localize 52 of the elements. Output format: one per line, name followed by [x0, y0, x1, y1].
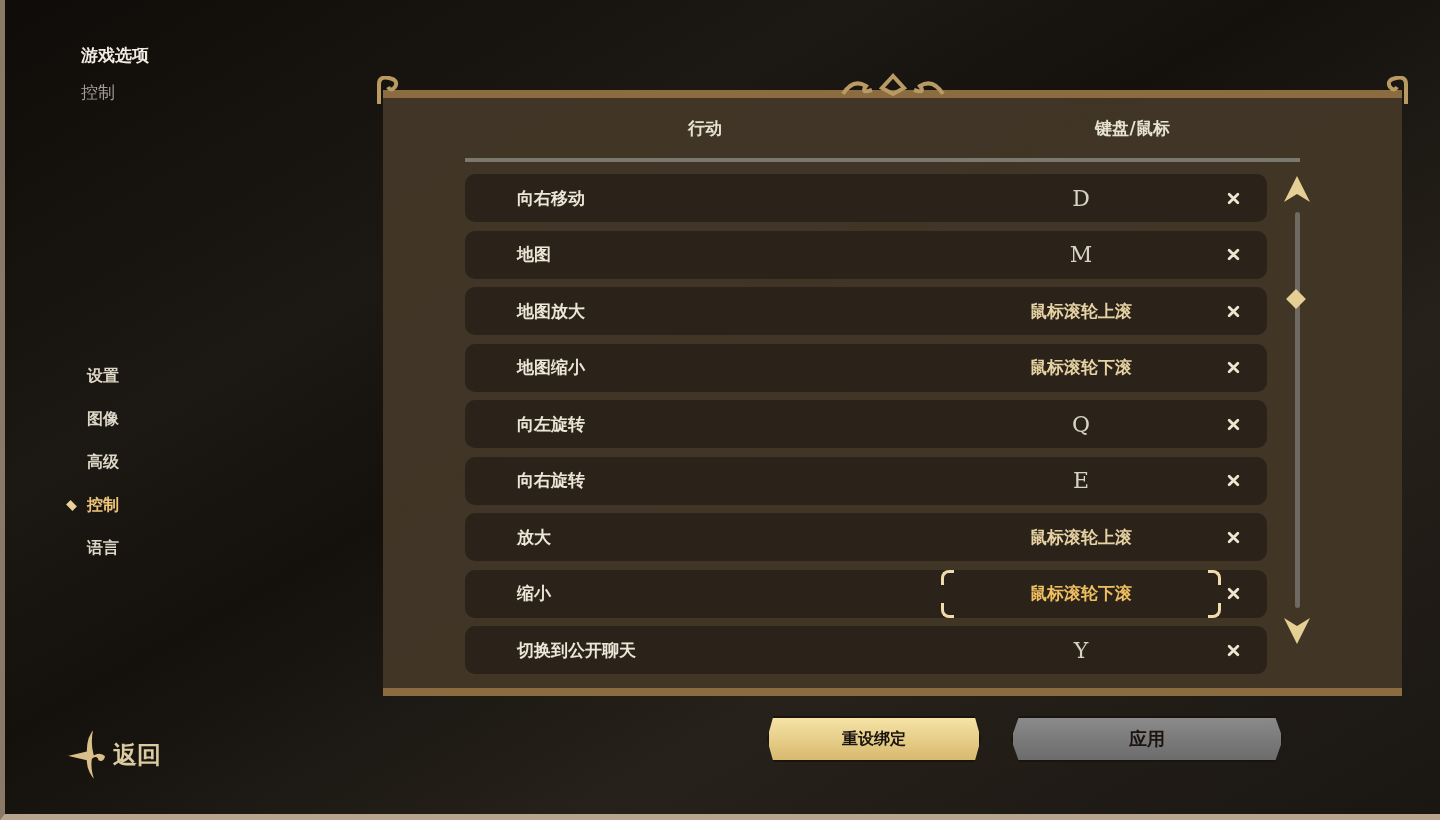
key-binding[interactable]: 鼠标滚轮下滚	[941, 569, 1221, 618]
clear-icon[interactable]	[1227, 474, 1240, 487]
key-binding[interactable]: 鼠标滚轮上滚	[941, 513, 1221, 561]
key-binding[interactable]: E	[941, 456, 1221, 505]
key-binding[interactable]: 鼠标滚轮下滚	[941, 343, 1221, 392]
binding-row[interactable]: 向右旋转 E	[465, 456, 1267, 505]
clear-icon[interactable]	[1227, 530, 1240, 544]
binding-row[interactable]: 切换到公开聊天 Y	[465, 626, 1267, 674]
nav-item[interactable]: 控制	[87, 495, 119, 516]
clear-icon[interactable]	[1227, 643, 1240, 657]
action-label: 地图放大	[517, 299, 586, 323]
nav-item[interactable]: 图像	[87, 409, 119, 430]
column-header: 行动	[687, 116, 723, 140]
breadcrumb-title: 游戏选项	[81, 44, 150, 67]
action-label: 放大	[517, 525, 552, 549]
scroll-down-icon[interactable]	[1281, 616, 1313, 646]
key-binding[interactable]: D	[941, 174, 1221, 222]
nav-item[interactable]: 设置	[87, 366, 119, 387]
clear-icon[interactable]	[1227, 191, 1240, 205]
action-label: 切换到公开聊天	[517, 638, 637, 662]
nav-item[interactable]: 高级	[87, 452, 119, 473]
binding-row[interactable]: 向左旋转 Q	[465, 400, 1267, 448]
binding-row[interactable]: 放大 鼠标滚轮上滚	[465, 513, 1267, 561]
action-label: 缩小	[517, 582, 552, 605]
breadcrumb-subtitle: 控制	[81, 81, 116, 104]
column-header: 键盘/鼠标	[1093, 116, 1171, 140]
key-binding[interactable]: 鼠标滚轮上滚	[941, 287, 1221, 335]
clear-icon[interactable]	[1227, 361, 1240, 374]
key-binding[interactable]: M	[941, 230, 1221, 279]
clear-icon[interactable]	[1227, 587, 1240, 600]
back-button[interactable]: 返回	[61, 724, 161, 786]
ornament-icon	[1384, 76, 1408, 104]
action-label: 地图	[517, 243, 552, 266]
clear-icon[interactable]	[1227, 304, 1240, 318]
scroll-up-icon[interactable]	[1281, 174, 1313, 204]
action-label: 向左旋转	[517, 412, 586, 436]
binding-row[interactable]: 地图 M	[465, 230, 1267, 279]
action-label: 向右移动	[517, 186, 586, 210]
clear-icon[interactable]	[1227, 417, 1240, 431]
clear-icon[interactable]	[1227, 248, 1240, 261]
binding-row[interactable]: 向右移动 D	[465, 174, 1267, 222]
action-button[interactable]: 应用	[1011, 716, 1283, 762]
action-label: 向右旋转	[517, 469, 586, 492]
nav-item[interactable]: 语言	[87, 538, 119, 559]
action-label: 地图缩小	[517, 356, 586, 379]
ornament-icon	[377, 76, 401, 104]
key-binding[interactable]: Y	[941, 626, 1221, 674]
binding-row[interactable]: 地图放大 鼠标滚轮上滚	[465, 287, 1267, 335]
key-binding[interactable]: Q	[941, 400, 1221, 448]
action-button[interactable]: 重设绑定	[767, 716, 981, 762]
binding-row[interactable]: 地图缩小 鼠标滚轮下滚	[465, 343, 1267, 392]
binding-row[interactable]: 缩小 鼠标滚轮下滚	[465, 569, 1267, 618]
